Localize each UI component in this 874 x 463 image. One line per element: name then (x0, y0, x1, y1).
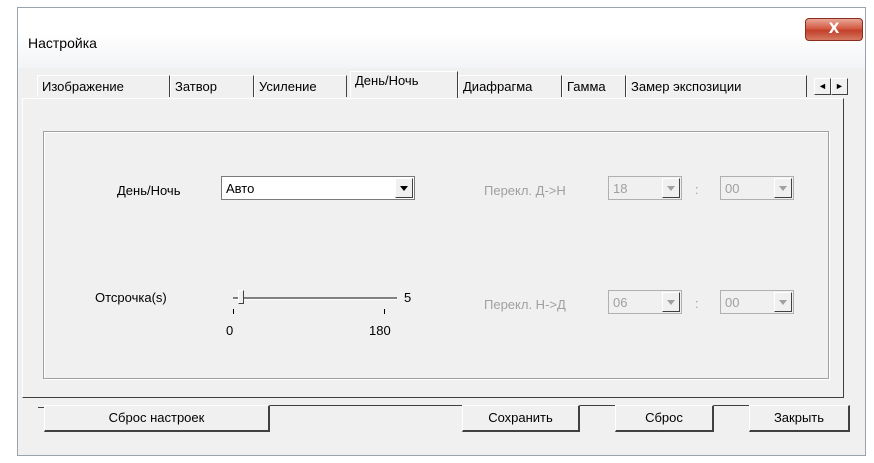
chevron-down-icon[interactable] (662, 292, 680, 312)
delay-min-label: 0 (226, 323, 234, 338)
bottom-edge-line (578, 405, 616, 406)
arrow-left-icon: ◄ (818, 81, 827, 91)
switch-nd-hour-select[interactable]: 06 (608, 290, 682, 314)
settings-group (43, 131, 829, 379)
tab-daynight[interactable]: День/Ночь (350, 71, 458, 98)
tab-exposure-metering[interactable]: Замер экспозиции (626, 75, 807, 97)
bottom-edge-line (268, 405, 462, 406)
close-icon: X (828, 21, 840, 37)
tab-scroll-left-button[interactable]: ◄ (814, 78, 831, 95)
window-title: Настройка (28, 35, 97, 51)
tab-image[interactable]: Изображение (37, 75, 170, 97)
switch-dn-hour-select[interactable]: 18 (608, 176, 682, 200)
delay-max-label: 180 (369, 323, 391, 338)
slider-tick-min (233, 309, 234, 314)
arrow-right-icon: ► (835, 81, 844, 91)
chevron-down-icon[interactable] (395, 178, 413, 198)
reset-button[interactable]: Сброс (615, 405, 714, 432)
close-window-button[interactable]: X (805, 18, 863, 41)
chevron-down-icon[interactable] (774, 292, 792, 312)
tab-iris[interactable]: Диафрагма (458, 75, 562, 97)
tab-gamma[interactable]: Гамма (562, 75, 626, 97)
switch-night-day-label: Перекл. Н->Д (484, 297, 566, 312)
title-bar: Настройка X (18, 8, 865, 68)
slider-tick-max (384, 309, 385, 314)
daynight-label: День/Ночь (117, 183, 181, 198)
tab-scroll-right-button[interactable]: ► (831, 78, 848, 95)
switch-nd-minute-select[interactable]: 00 (720, 290, 794, 314)
save-button[interactable]: Сохранить (462, 405, 580, 432)
reset-settings-button[interactable]: Сброс настроек (44, 405, 270, 432)
delay-label: Отсрочка(s) (95, 290, 167, 305)
delay-slider-track[interactable] (233, 297, 397, 300)
delay-slider-thumb[interactable] (237, 290, 244, 304)
bottom-edge-line (712, 405, 750, 406)
tab-shutter[interactable]: Затвор (170, 75, 254, 97)
switch-dn-minute-select[interactable]: 00 (720, 176, 794, 200)
chevron-down-icon[interactable] (774, 178, 792, 198)
time-separator: : (695, 182, 699, 197)
close-button[interactable]: Закрыть (749, 405, 850, 432)
switch-day-night-label: Перекл. Д->Н (484, 183, 566, 198)
tab-gain[interactable]: Усиление (254, 75, 347, 97)
daynight-select[interactable]: Авто (221, 176, 415, 200)
delay-value: 5 (404, 290, 412, 305)
time-separator: : (695, 296, 699, 311)
chevron-down-icon[interactable] (662, 178, 680, 198)
